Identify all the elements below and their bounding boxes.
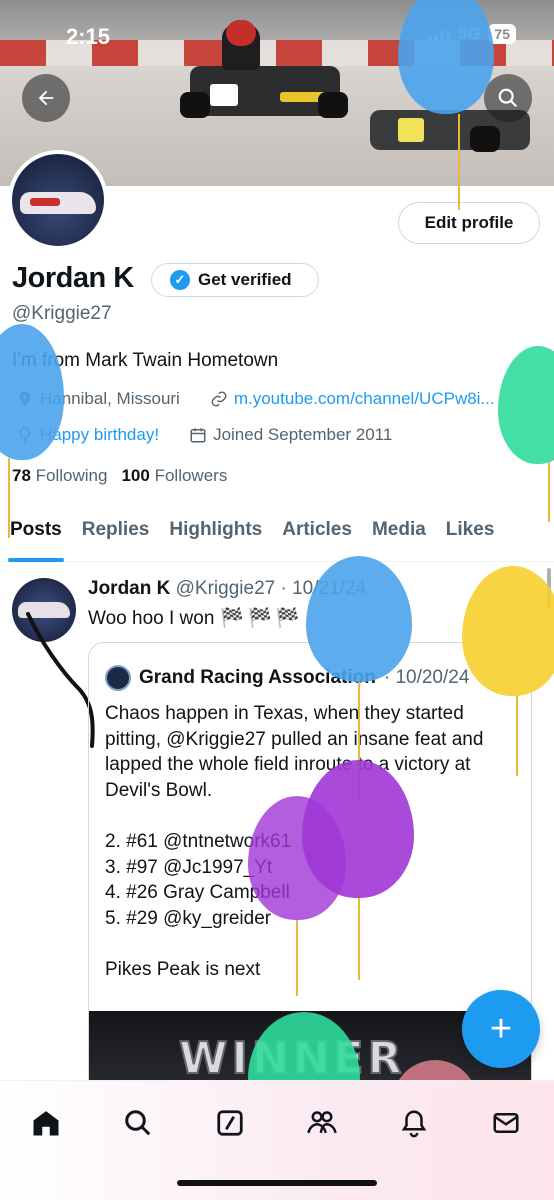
- banner-helmet: [226, 20, 256, 46]
- checkered-flag-icons: 🏁🏁🏁: [220, 608, 304, 629]
- balloon-blue-middle: [306, 556, 412, 682]
- communities-icon: [307, 1111, 337, 1134]
- back-arrow-icon: [38, 90, 54, 106]
- calendar-icon: [189, 426, 207, 444]
- back-button[interactable]: [22, 74, 70, 122]
- profile-avatar[interactable]: [8, 150, 108, 250]
- notifications-icon: [401, 1110, 427, 1138]
- post-handle[interactable]: @Kriggie27: [176, 578, 276, 599]
- tab-media[interactable]: Media: [362, 508, 436, 561]
- status-time: 2:15: [66, 24, 111, 49]
- nav-notifications[interactable]: [392, 1101, 436, 1145]
- grok-icon: [217, 1110, 243, 1136]
- get-verified-label: Get verified: [198, 270, 292, 289]
- nav-home[interactable]: [24, 1101, 68, 1145]
- balloon-green-right: [498, 346, 554, 464]
- tab-articles[interactable]: Articles: [272, 508, 362, 561]
- profile-meta-row-1: Hannibal, Missouri m.youtube.com/channel…: [16, 389, 495, 409]
- balloon-blue-top: [398, 0, 494, 114]
- compose-post-button[interactable]: +: [462, 990, 540, 1068]
- following-link[interactable]: 78 Following: [12, 466, 107, 486]
- link-icon: [210, 390, 228, 408]
- profile-handle: @Kriggie27: [12, 303, 112, 324]
- post-author[interactable]: Jordan K: [88, 578, 170, 599]
- balloon-yellow: [462, 566, 554, 696]
- get-verified-button[interactable]: ✓ Get verified: [151, 263, 319, 297]
- nav-messages[interactable]: [484, 1101, 528, 1145]
- search-button[interactable]: [484, 74, 532, 122]
- nav-communities[interactable]: [300, 1101, 344, 1145]
- messages-icon: [493, 1113, 519, 1133]
- follow-stats: 78 Following 100 Followers: [12, 466, 227, 486]
- nav-grok[interactable]: [208, 1101, 252, 1145]
- followers-link[interactable]: 100 Followers: [121, 466, 227, 486]
- profile-joined: Joined September 2011: [213, 425, 393, 444]
- search-icon: [125, 1110, 151, 1136]
- home-indicator: [177, 1180, 377, 1186]
- home-icon: [33, 1111, 59, 1136]
- profile-website-link[interactable]: m.youtube.com/channel/UCPw8i...: [234, 389, 495, 409]
- profile-meta-row-2: Happy birthday! Joined September 2011: [16, 425, 392, 445]
- profile-tabs: Posts Replies Highlights Articles Media …: [0, 508, 554, 562]
- post-text: Woo hoo I won 🏁🏁🏁: [88, 608, 304, 629]
- tab-highlights[interactable]: Highlights: [159, 508, 272, 561]
- quoted-post-header: Grand Racing Association · 10/20/24: [105, 665, 469, 691]
- edit-profile-button[interactable]: Edit profile: [398, 202, 540, 244]
- tab-likes[interactable]: Likes: [436, 508, 505, 561]
- tab-replies[interactable]: Replies: [72, 508, 160, 561]
- profile-name: Jordan K: [12, 262, 134, 294]
- tab-posts[interactable]: Posts: [0, 508, 72, 562]
- quoted-date: · 10/20/24: [383, 667, 470, 688]
- verified-check-icon: ✓: [170, 270, 190, 290]
- balloon-purple-left: [248, 796, 346, 920]
- nav-explore[interactable]: [116, 1101, 160, 1145]
- quoted-avatar: [105, 665, 131, 691]
- search-icon: [498, 88, 518, 108]
